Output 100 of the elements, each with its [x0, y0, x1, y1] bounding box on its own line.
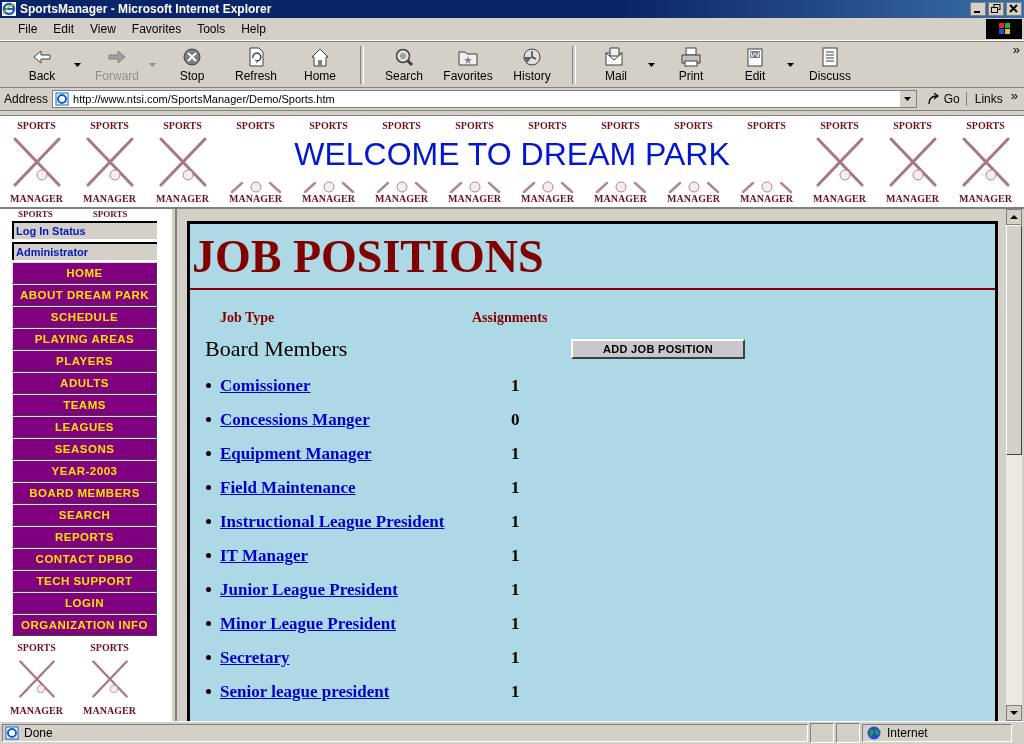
- toolbar-button[interactable]: Back: [10, 44, 74, 85]
- job-link[interactable]: Instructional League President: [220, 511, 445, 531]
- nav-button[interactable]: YEAR-2003: [12, 460, 157, 482]
- nav-button[interactable]: LOGIN: [12, 592, 157, 614]
- go-arrow-icon: [926, 93, 941, 105]
- status-field: Administrator: [12, 242, 157, 260]
- job-link[interactable]: Comissioner: [220, 375, 311, 395]
- nav-button[interactable]: SEARCH: [12, 504, 157, 526]
- address-label: Address: [4, 92, 49, 106]
- more-chevron[interactable]: »: [1008, 42, 1024, 57]
- nav-button[interactable]: PLAYERS: [12, 350, 157, 372]
- logo-text: SPORTS: [92, 209, 128, 220]
- nav-button[interactable]: CONTACT DPBO: [12, 548, 157, 570]
- menu-item[interactable]: Favorites: [123, 20, 190, 38]
- logo-text: MANAGER: [448, 193, 501, 204]
- job-link[interactable]: Secretary: [220, 647, 290, 667]
- logo-text: MANAGER: [813, 193, 866, 204]
- links-button[interactable]: Links: [970, 92, 1003, 106]
- toolbar-button[interactable]: Search: [372, 44, 436, 85]
- more-chevron[interactable]: »: [1006, 88, 1022, 103]
- logo-text: SPORTS: [17, 120, 56, 131]
- nav-button[interactable]: TECH SUPPORT: [12, 570, 157, 592]
- nav-button[interactable]: ABOUT DREAM PARK: [12, 284, 157, 306]
- logo-text: MANAGER: [375, 193, 428, 204]
- minimize-icon[interactable]: [970, 2, 986, 16]
- logo-text: SPORTS: [747, 120, 786, 131]
- job-link[interactable]: Concessions Manger: [220, 409, 370, 429]
- nav-button[interactable]: ORGANIZATION INFO: [12, 614, 157, 636]
- search-icon: [393, 46, 415, 67]
- toolbar-button[interactable]: Print: [659, 44, 723, 85]
- job-link[interactable]: IT Manager: [220, 545, 308, 565]
- assignment-count: 1: [511, 511, 521, 532]
- menu-item[interactable]: View: [82, 20, 124, 38]
- dropdown-caret-icon[interactable]: [648, 62, 655, 67]
- dropdown-caret-icon[interactable]: [74, 62, 81, 67]
- go-button[interactable]: Go: [920, 92, 967, 106]
- toolbar-button[interactable]: History: [500, 44, 564, 85]
- close-icon[interactable]: [1006, 2, 1022, 16]
- nav-button[interactable]: PLAYING AREAS: [12, 328, 157, 350]
- nav-button[interactable]: SEASONS: [12, 438, 157, 460]
- printer-icon: [680, 46, 702, 67]
- dropdown-arrow-icon: [904, 97, 912, 101]
- job-link[interactable]: Senior league president: [220, 681, 390, 701]
- document-lines-icon: [819, 46, 841, 67]
- scroll-thumb[interactable]: [1006, 225, 1022, 455]
- toolbar-button[interactable]: Discuss: [798, 44, 862, 85]
- home-icon: [309, 46, 331, 67]
- menu-item[interactable]: Edit: [45, 20, 83, 38]
- toolbar-button[interactable]: Home: [288, 44, 352, 85]
- toolbar-button[interactable]: Stop: [160, 44, 224, 85]
- address-field[interactable]: http://www.ntsi.com/SportsManager/Demo/Sports.htm: [52, 90, 917, 108]
- toolbar-button[interactable]: Edit: [723, 44, 787, 85]
- logo-text: SPORTS: [382, 120, 421, 131]
- bullet-icon: [206, 587, 211, 592]
- zone-text: Internet: [887, 726, 928, 740]
- logo-text: MANAGER: [886, 193, 939, 204]
- clock-icon: [521, 46, 543, 67]
- logo-text: SPORTS: [893, 120, 932, 131]
- logo-text: MANAGER: [10, 705, 63, 716]
- logo-text: SPORTS: [17, 642, 56, 653]
- page-icon: [5, 726, 19, 740]
- nav-button[interactable]: SCHEDULE: [12, 306, 157, 328]
- logo-text: MANAGER: [229, 193, 282, 204]
- nav-button[interactable]: TEAMS: [12, 394, 157, 416]
- nav-button[interactable]: ADULTS: [12, 372, 157, 394]
- menu-item[interactable]: Help: [233, 20, 274, 38]
- job-link[interactable]: Equipment Manager: [220, 443, 372, 463]
- logo-text: MANAGER: [594, 193, 647, 204]
- globe-icon: [867, 726, 881, 740]
- logo-text: MANAGER: [521, 193, 574, 204]
- vertical-scrollbar[interactable]: [1006, 209, 1022, 721]
- dropdown-caret-icon[interactable]: [787, 62, 794, 67]
- job-link[interactable]: Field Maintenance: [220, 477, 356, 497]
- logo-text: SPORTS: [966, 120, 1005, 131]
- nav-button[interactable]: REPORTS: [12, 526, 157, 548]
- bullet-icon: [206, 485, 211, 490]
- assignment-count: 1: [511, 681, 521, 702]
- logo-text: SPORTS: [163, 120, 202, 131]
- nav-button[interactable]: HOME: [12, 262, 157, 284]
- menu-item[interactable]: File: [10, 20, 46, 38]
- page-title: JOB POSITIONS: [192, 234, 544, 280]
- browser-logo-icon: [2, 2, 16, 16]
- restore-icon[interactable]: [988, 2, 1004, 16]
- stop-icon: [181, 46, 203, 67]
- job-link[interactable]: Junior League President: [220, 579, 398, 599]
- logo-text: MANAGER: [740, 193, 793, 204]
- bullet-icon: [206, 451, 211, 456]
- job-link[interactable]: Minor League President: [220, 613, 396, 633]
- menu-item[interactable]: Tools: [189, 20, 234, 38]
- assignment-count: 0: [511, 409, 521, 430]
- nav-button[interactable]: BOARD MEMBERS: [12, 482, 157, 504]
- logo-text: SPORTS: [674, 120, 713, 131]
- toolbar-button[interactable]: Refresh: [224, 44, 288, 85]
- add-job-position-button[interactable]: ADD JOB POSITION: [571, 339, 745, 359]
- toolbar-button[interactable]: Mail: [584, 44, 648, 85]
- logo-text: SPORTS: [820, 120, 859, 131]
- toolbar-button[interactable]: Favorites: [436, 44, 500, 85]
- bullet-icon: [206, 553, 211, 558]
- nav-button[interactable]: LEAGUES: [12, 416, 157, 438]
- logo-text: SPORTS: [528, 120, 567, 131]
